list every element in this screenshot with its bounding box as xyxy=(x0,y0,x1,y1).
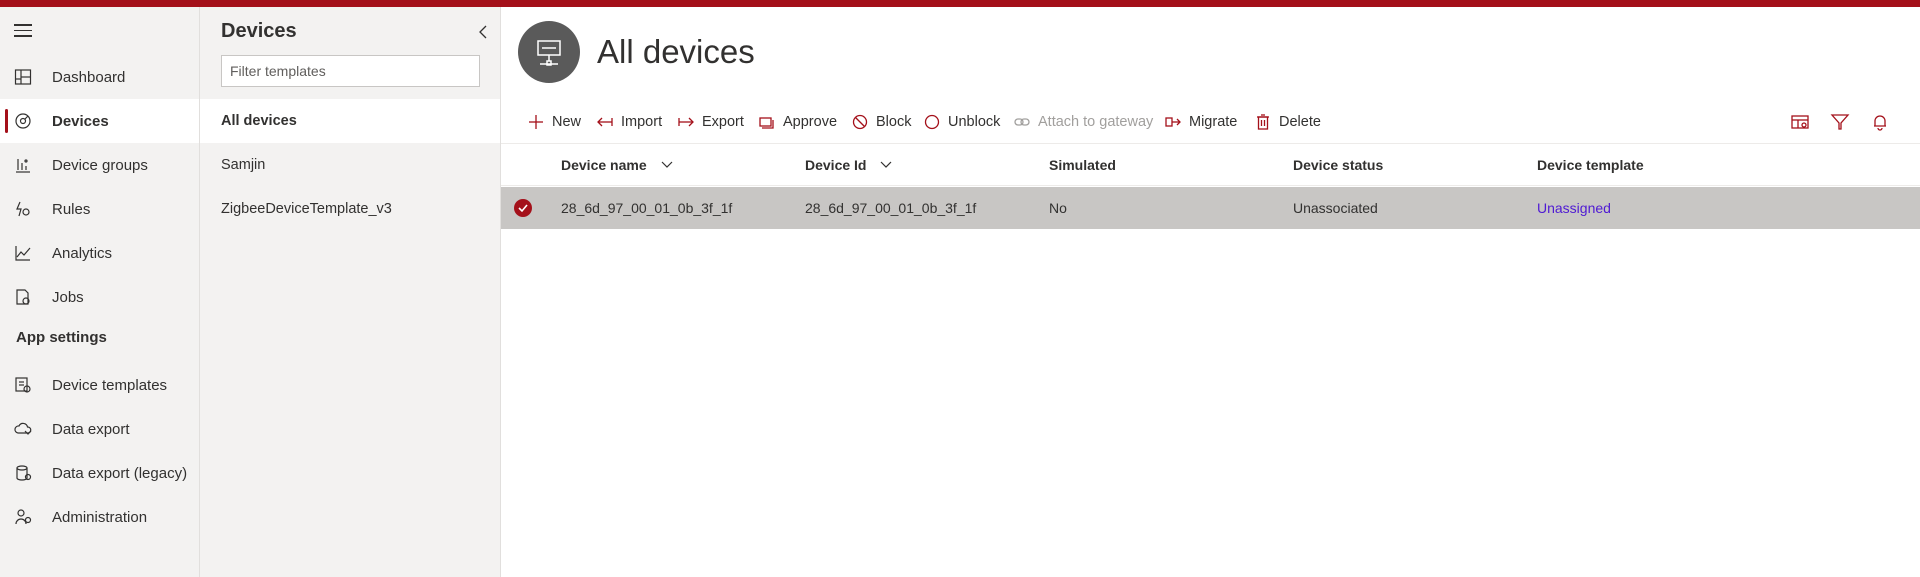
column-header-device-template[interactable]: Device template xyxy=(1537,144,1644,186)
table-header: Device name Device Id Simulated Device s… xyxy=(501,144,1920,186)
new-button[interactable]: New xyxy=(528,100,581,144)
hamburger-menu-icon[interactable] xyxy=(14,24,32,38)
nav-label-jobs: Jobs xyxy=(52,288,84,306)
analytics-icon xyxy=(15,246,31,261)
device-groups-icon xyxy=(16,159,30,173)
column-header-device-status[interactable]: Device status xyxy=(1293,144,1383,186)
export-label: Export xyxy=(702,114,744,130)
filter-icon[interactable] xyxy=(1830,112,1850,132)
link-icon xyxy=(1014,118,1030,126)
nav-label-data-export-legacy: Data export (legacy) xyxy=(52,464,188,482)
column-options-icon[interactable] xyxy=(1790,112,1810,132)
export-icon xyxy=(678,117,694,127)
page-title: All devices xyxy=(597,33,755,70)
templates-panel: Devices All devices Samjin ZigbeeDeviceT… xyxy=(200,7,501,577)
chevron-down-icon xyxy=(661,161,673,168)
filter-templates-input[interactable] xyxy=(221,55,480,87)
nav-label-administration: Administration xyxy=(52,508,148,526)
cell-device-status: Unassociated xyxy=(1293,200,1378,216)
row-selected-checkmark-icon[interactable] xyxy=(514,199,532,217)
nav-label-device-templates: Device templates xyxy=(52,376,168,394)
attach-to-gateway-button[interactable]: Attach to gateway xyxy=(1014,100,1153,144)
chevron-down-icon xyxy=(881,161,892,168)
unblock-label: Unblock xyxy=(948,114,1001,130)
device-avatar xyxy=(518,21,580,83)
rules-icon xyxy=(16,201,30,217)
nav-item-device-groups[interactable]: Device groups xyxy=(0,143,199,187)
nav-item-analytics[interactable]: Analytics xyxy=(0,231,199,275)
attach-to-gateway-label: Attach to gateway xyxy=(1038,114,1154,130)
template-item-samjin[interactable]: Samjin xyxy=(200,143,500,187)
nav-item-data-export-legacy[interactable]: Data export (legacy) xyxy=(0,451,199,495)
delete-button[interactable]: Delete xyxy=(1255,100,1321,144)
approve-button[interactable]: Approve xyxy=(759,100,837,144)
nav-item-data-export[interactable]: Data export xyxy=(0,407,199,451)
bell-icon[interactable] xyxy=(1870,112,1890,132)
trash-icon xyxy=(1257,114,1269,130)
new-label: New xyxy=(552,114,582,130)
migrate-icon xyxy=(1165,117,1181,127)
export-button[interactable]: Export xyxy=(678,100,744,144)
column-label-device-status: Device status xyxy=(1293,157,1384,173)
block-button[interactable]: Block xyxy=(852,100,911,144)
cell-device-id: 28_6d_97_00_01_0b_3f_1f xyxy=(805,200,977,216)
column-header-simulated[interactable]: Simulated xyxy=(1049,144,1116,186)
approve-label: Approve xyxy=(783,114,838,130)
nav-label-data-export: Data export xyxy=(52,420,130,438)
templates-panel-title: Devices xyxy=(221,20,297,42)
unblock-button[interactable]: Unblock xyxy=(924,100,1000,144)
template-item-zigbee[interactable]: ZigbeeDeviceTemplate_v3 xyxy=(200,187,500,231)
nav-item-dashboard[interactable]: Dashboard xyxy=(0,55,199,99)
delete-label: Delete xyxy=(1279,114,1321,130)
migrate-button[interactable]: Migrate xyxy=(1165,100,1237,144)
unblock-icon xyxy=(924,114,940,130)
devices-icon xyxy=(15,113,31,129)
administration-icon xyxy=(15,509,32,525)
main-content: All devices New Import Export Approve Bl… xyxy=(501,7,1920,577)
device-templates-icon xyxy=(15,377,31,393)
approve-icon xyxy=(759,117,774,129)
command-bar: New Import Export Approve Block Unblock … xyxy=(501,100,1920,144)
nav-label-rules: Rules xyxy=(52,200,91,218)
nav-item-rules[interactable]: Rules xyxy=(0,187,199,231)
migrate-label: Migrate xyxy=(1189,114,1238,130)
nav-item-jobs[interactable]: Jobs xyxy=(0,275,199,319)
device-network-icon xyxy=(537,40,561,66)
column-header-device-name[interactable]: Device name xyxy=(561,144,673,186)
nav-label-devices: Devices xyxy=(52,112,109,130)
template-item-all-devices[interactable]: All devices xyxy=(200,99,500,143)
plus-icon xyxy=(529,115,543,129)
cell-device-name: 28_6d_97_00_01_0b_3f_1f xyxy=(561,200,733,216)
data-export-icon xyxy=(14,422,32,435)
left-navigation: Dashboard Devices Device groups Rules An… xyxy=(0,7,200,577)
column-header-device-id[interactable]: Device Id xyxy=(805,144,892,186)
column-label-simulated: Simulated xyxy=(1049,157,1116,173)
table-row[interactable]: 28_6d_97_00_01_0b_3f_1f 28_6d_97_00_01_0… xyxy=(501,187,1920,229)
nav-label-analytics: Analytics xyxy=(52,244,113,262)
data-export-legacy-icon xyxy=(16,465,32,481)
nav-item-device-templates[interactable]: Device templates xyxy=(0,363,199,407)
nav-section-app-settings: App settings xyxy=(16,329,107,346)
chevron-left-icon[interactable] xyxy=(476,23,490,41)
block-icon xyxy=(852,114,868,130)
column-label-device-template: Device template xyxy=(1537,157,1644,173)
nav-label-device-groups: Device groups xyxy=(52,156,148,174)
nav-label-dashboard: Dashboard xyxy=(52,68,126,86)
dashboard-icon xyxy=(14,69,32,85)
import-icon xyxy=(597,117,613,127)
column-label-device-id: Device Id xyxy=(805,157,867,173)
import-button[interactable]: Import xyxy=(597,100,662,144)
app-top-bar xyxy=(0,0,1920,7)
cell-simulated: No xyxy=(1049,200,1067,216)
block-label: Block xyxy=(876,114,912,130)
column-label-device-name: Device name xyxy=(561,157,647,173)
import-label: Import xyxy=(621,114,663,130)
nav-item-devices[interactable]: Devices xyxy=(0,99,199,143)
cell-device-template-link[interactable]: Unassigned xyxy=(1537,187,1611,229)
nav-item-administration[interactable]: Administration xyxy=(0,495,199,539)
jobs-icon xyxy=(16,289,30,305)
